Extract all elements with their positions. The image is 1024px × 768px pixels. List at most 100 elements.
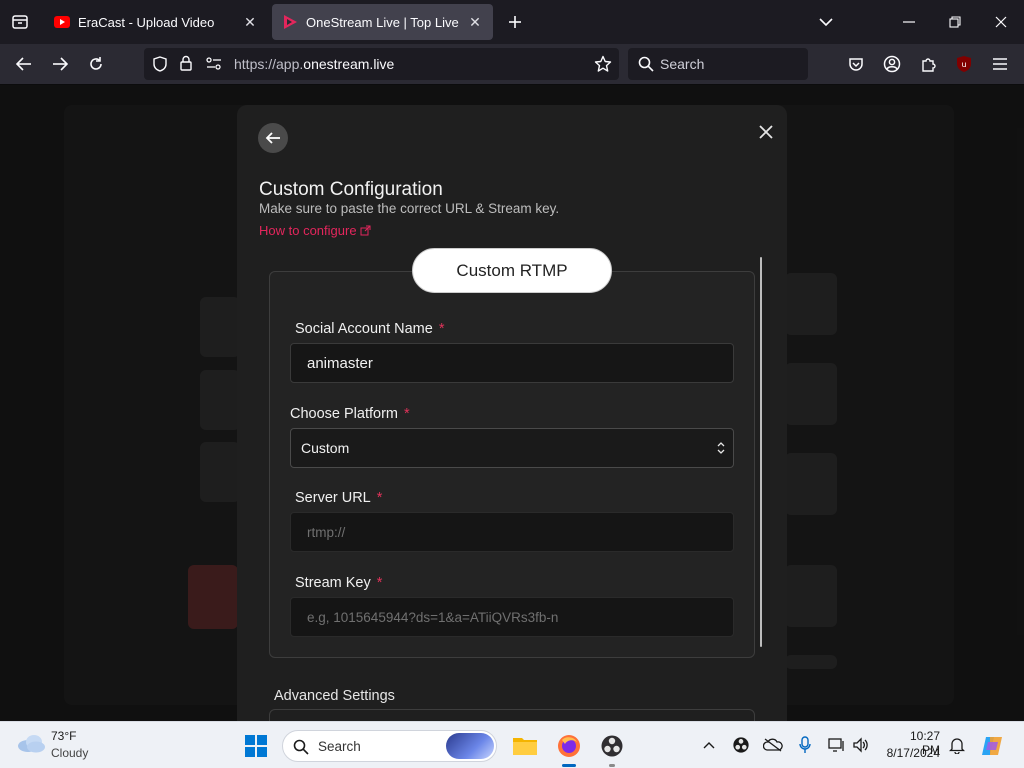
tab-close-icon[interactable]: ✕ xyxy=(242,14,258,30)
obs-icon xyxy=(733,737,749,753)
new-tab-button[interactable] xyxy=(500,7,530,37)
platform-selected-value: Custom xyxy=(301,440,350,456)
bookmark-star-icon[interactable] xyxy=(594,55,612,73)
back-button[interactable] xyxy=(8,48,40,80)
address-bar[interactable]: https://app.onestream.live xyxy=(144,48,619,80)
social-account-name-label: Social Account Name * xyxy=(295,321,444,337)
chevron-up-icon xyxy=(703,742,715,749)
firefox-icon xyxy=(558,735,580,757)
notifications-button[interactable] xyxy=(946,734,968,756)
start-button[interactable] xyxy=(240,730,272,762)
taskbar-search[interactable]: Search xyxy=(282,730,497,762)
clock-date[interactable]: 8/17/2024 xyxy=(880,746,940,760)
windows-taskbar: 73°F Cloudy Search 10:27 PM 8/17/2024 xyxy=(0,721,1024,768)
restore-icon xyxy=(949,16,961,28)
puzzle-icon xyxy=(922,58,936,72)
advanced-settings-section[interactable] xyxy=(269,709,755,721)
url-text: https://app.onestream.live xyxy=(234,56,394,72)
select-updown-icon xyxy=(717,442,725,454)
modal-subtitle: Make sure to paste the correct URL & Str… xyxy=(259,201,560,216)
tab-onestream[interactable]: OneStream Live | Top Live Strea ✕ xyxy=(272,4,493,40)
volume-tray-icon[interactable] xyxy=(850,734,872,756)
social-account-name-input[interactable]: animaster xyxy=(290,343,734,383)
modal-scrollbar[interactable] xyxy=(760,257,762,647)
microphone-icon xyxy=(799,736,811,753)
close-window-button[interactable] xyxy=(978,0,1024,44)
file-explorer-button[interactable] xyxy=(509,730,541,762)
how-to-configure-link[interactable]: How to configure xyxy=(259,223,371,238)
navigation-toolbar: https://app.onestream.live Search u 9 xyxy=(0,44,1024,106)
tab-title: OneStream Live | Top Live Strea xyxy=(306,14,461,30)
weather-widget[interactable] xyxy=(16,732,46,758)
list-all-tabs-button[interactable] xyxy=(803,0,849,44)
firefox-view-button[interactable] xyxy=(4,6,36,38)
custom-rtmp-tab[interactable]: Custom RTMP xyxy=(412,248,612,293)
close-icon xyxy=(759,125,773,139)
server-url-input[interactable]: rtmp:// xyxy=(290,512,734,552)
url-domain: onestream.live xyxy=(303,56,395,72)
modal-back-button[interactable] xyxy=(258,123,288,153)
choose-platform-select[interactable]: Custom xyxy=(290,428,734,468)
search-bar[interactable]: Search xyxy=(628,48,808,80)
required-mark: * xyxy=(376,490,383,506)
cloudy-weather-icon xyxy=(18,735,45,753)
required-mark: * xyxy=(438,321,445,337)
firefox-taskbar-button[interactable] xyxy=(553,730,585,762)
shield-icon[interactable] xyxy=(152,56,168,72)
search-icon xyxy=(293,739,309,755)
weather-temperature[interactable]: 73°F xyxy=(51,729,76,743)
account-button[interactable] xyxy=(876,48,908,80)
pocket-button[interactable] xyxy=(840,48,872,80)
youtube-favicon-icon xyxy=(54,16,70,28)
account-icon xyxy=(883,55,901,73)
arrow-left-icon xyxy=(16,57,31,71)
how-to-configure-label: How to configure xyxy=(259,223,357,238)
modal-close-button[interactable] xyxy=(755,121,777,143)
tab-close-icon[interactable]: ✕ xyxy=(467,14,483,30)
bell-icon xyxy=(949,738,965,754)
stream-key-input[interactable]: e.g, 1015645944?ds=1&a=ATiiQVRs3fb-n xyxy=(290,597,734,637)
obs-tray-icon[interactable] xyxy=(730,734,752,756)
network-tray-icon[interactable] xyxy=(826,734,848,756)
tab-strip: EraCast - Upload Video ✕ OneStream Live … xyxy=(0,0,1024,44)
copilot-button[interactable] xyxy=(979,733,1005,759)
firefox-view-icon xyxy=(12,15,28,29)
obs-icon xyxy=(601,735,623,757)
arrow-right-icon xyxy=(53,57,68,71)
reload-icon xyxy=(90,57,102,70)
restore-button[interactable] xyxy=(932,0,978,44)
lock-icon[interactable] xyxy=(179,55,193,71)
tab-title: EraCast - Upload Video xyxy=(78,14,215,30)
permissions-icon[interactable] xyxy=(206,57,222,71)
weather-description[interactable]: Cloudy xyxy=(51,746,88,760)
reload-button[interactable] xyxy=(80,48,112,80)
show-hidden-icons-button[interactable] xyxy=(698,734,720,756)
onestream-favicon-icon xyxy=(284,15,297,29)
modal-title: Custom Configuration xyxy=(259,179,443,200)
label-text: Choose Platform xyxy=(290,406,398,422)
stream-key-label: Stream Key * xyxy=(295,575,382,591)
active-app-indicator xyxy=(562,764,576,767)
search-icon xyxy=(638,56,654,72)
microphone-tray-icon[interactable] xyxy=(794,734,816,756)
minimize-button[interactable] xyxy=(886,0,932,44)
custom-configuration-modal: Custom Configuration Make sure to paste … xyxy=(237,105,787,721)
menu-button[interactable] xyxy=(984,48,1016,80)
ublock-button[interactable]: u xyxy=(948,48,980,80)
obs-taskbar-button[interactable] xyxy=(596,730,628,762)
extensions-button[interactable] xyxy=(912,48,944,80)
forward-button[interactable] xyxy=(44,48,76,80)
ublock-shield-icon: u xyxy=(957,56,971,72)
svg-text:u: u xyxy=(961,60,966,69)
url-prefix: https://app. xyxy=(234,56,304,72)
choose-platform-label: Choose Platform * xyxy=(290,406,410,422)
taskbar-search-label: Search xyxy=(318,739,361,754)
advanced-settings-heading[interactable]: Advanced Settings xyxy=(274,688,395,704)
search-highlight-image xyxy=(446,733,494,759)
label-text: Server URL xyxy=(295,490,371,506)
tab-eracast[interactable]: EraCast - Upload Video ✕ xyxy=(44,4,268,40)
arrow-left-icon xyxy=(265,132,280,144)
label-text: Social Account Name xyxy=(295,321,433,337)
chevron-down-icon xyxy=(819,18,833,27)
onedrive-tray-icon[interactable] xyxy=(762,734,784,756)
